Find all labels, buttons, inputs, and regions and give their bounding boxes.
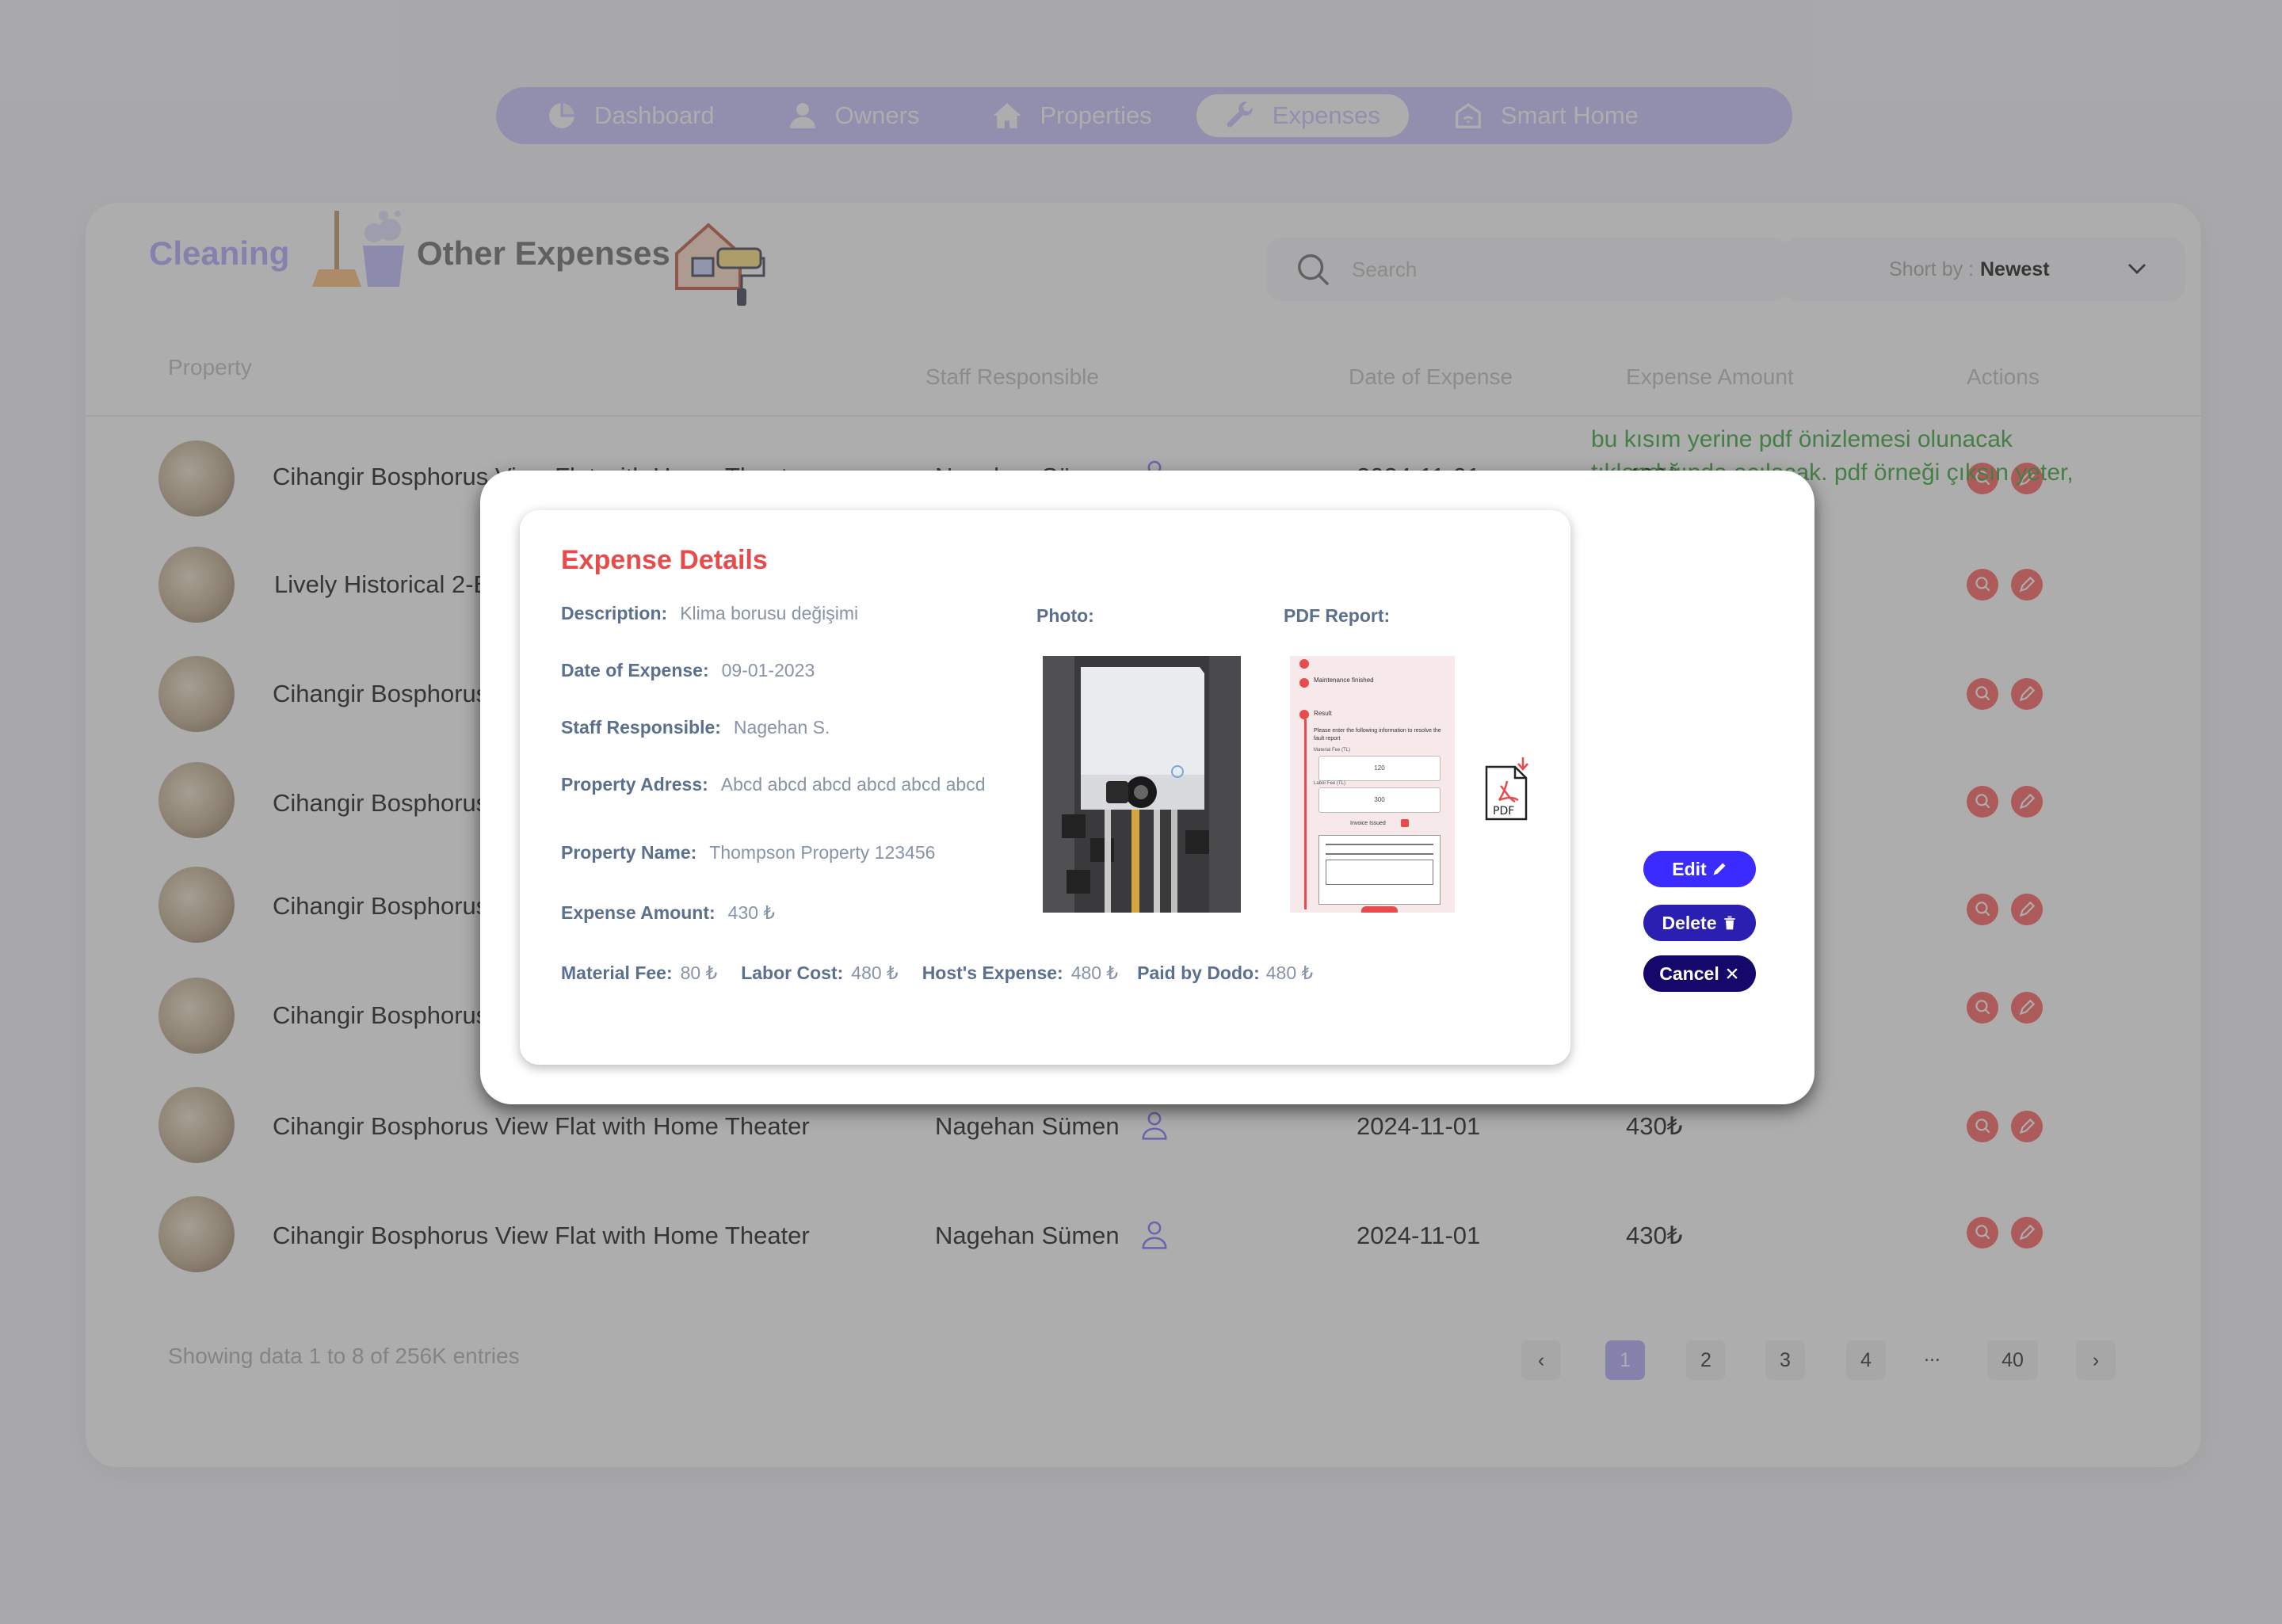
property-name-field: Property Name: Thompson Property 123456 <box>561 838 1036 867</box>
pdf-report-label: PDF Report: <box>1284 605 1391 626</box>
pdf-step-1: Maintenance finished <box>1314 677 1374 684</box>
labor-label: Labor Cost: <box>741 963 844 983</box>
pdf-download-icon[interactable]: PDF <box>1485 757 1532 821</box>
description-field: Description: Klima borusu değişimi <box>561 599 1036 627</box>
dodo-value: 480 ₺ <box>1265 963 1314 983</box>
cancel-label: Cancel <box>1659 963 1719 984</box>
photo-label: Photo: <box>1036 605 1094 626</box>
expense-photo[interactable] <box>1043 656 1241 913</box>
pencil-icon <box>1713 863 1726 875</box>
expense-amount-value: 430 ₺ <box>727 902 776 923</box>
trash-icon <box>1723 916 1735 930</box>
property-name-label: Property Name: <box>561 842 697 863</box>
fees-row: Material Fee: 80 ₺ Labor Cost: 480 ₺ Host's … <box>561 959 1433 987</box>
host-value: 480 ₺ <box>1070 963 1119 983</box>
close-icon <box>1727 968 1738 979</box>
pdf-submit <box>1361 906 1398 913</box>
address-value: Abcd abcd abcd abcd abcd abcd <box>720 774 986 795</box>
edit-label: Edit <box>1672 858 1707 879</box>
pdf-labor-field: Labor Fee (TL) <box>1314 781 1346 786</box>
date-value: 09-01-2023 <box>721 660 815 680</box>
pdf-material-field: Material Fee (TL) <box>1314 748 1351 753</box>
labor-value: 480 ₺ <box>851 963 899 983</box>
pdf-step-dot <box>1299 678 1309 688</box>
material-label: Material Fee: <box>561 963 673 983</box>
pdf-info: Please enter the following information t… <box>1314 728 1441 741</box>
date-field: Date of Expense: 09-01-2023 <box>561 656 1036 684</box>
pdf-checkbox <box>1401 819 1409 827</box>
pdf-invoice-image <box>1318 835 1441 905</box>
address-field: Property Adress: Abcd abcd abcd abcd abcd… <box>561 770 1005 799</box>
date-label: Date of Expense: <box>561 660 709 680</box>
boiler-photo <box>1043 656 1241 913</box>
expense-amount-label: Expense Amount: <box>561 902 716 923</box>
pdf-step-2: Result <box>1314 710 1332 717</box>
expense-details-panel: Expense Details Description: Klima borusu… <box>520 510 1570 1065</box>
pdf-preview[interactable]: Maintenance finished Result Please enter… <box>1290 656 1455 913</box>
edit-button[interactable]: Edit <box>1643 851 1756 887</box>
property-name-value: Thompson Property 123456 <box>709 842 936 863</box>
dodo-label: Paid by Dodo: <box>1137 963 1260 983</box>
staff-value: Nagehan S. <box>733 717 830 738</box>
expenses-page: Dashboard Owners Properties Expenses Sma… <box>0 0 2282 1624</box>
pdf-step-dot <box>1299 659 1309 669</box>
host-label: Host's Expense: <box>922 963 1063 983</box>
material-value: 80 ₺ <box>680 963 718 983</box>
modal-title: Expense Details <box>561 545 768 575</box>
cancel-button[interactable]: Cancel <box>1643 955 1756 992</box>
staff-field: Staff Responsible: Nagehan S. <box>561 713 1036 741</box>
pdf-step-line <box>1304 719 1307 909</box>
pdf-step-dot <box>1299 710 1309 719</box>
pdf-labor-input: 300 <box>1318 787 1441 813</box>
pdf-icon-text: PDF <box>1493 805 1514 818</box>
delete-label: Delete <box>1662 912 1717 933</box>
expense-details-modal: Expense Details Description: Klima borusu… <box>480 471 1815 1104</box>
pdf-invoice: Invoice Issued <box>1350 821 1386 826</box>
staff-label: Staff Responsible: <box>561 717 721 738</box>
description-label: Description: <box>561 603 668 623</box>
pdf-material-input: 120 <box>1318 756 1441 781</box>
address-label: Property Adress: <box>561 774 708 795</box>
expense-amount-field: Expense Amount: 430 ₺ <box>561 898 1036 927</box>
description-value: Klima borusu değişimi <box>680 603 859 623</box>
delete-button[interactable]: Delete <box>1643 905 1756 941</box>
